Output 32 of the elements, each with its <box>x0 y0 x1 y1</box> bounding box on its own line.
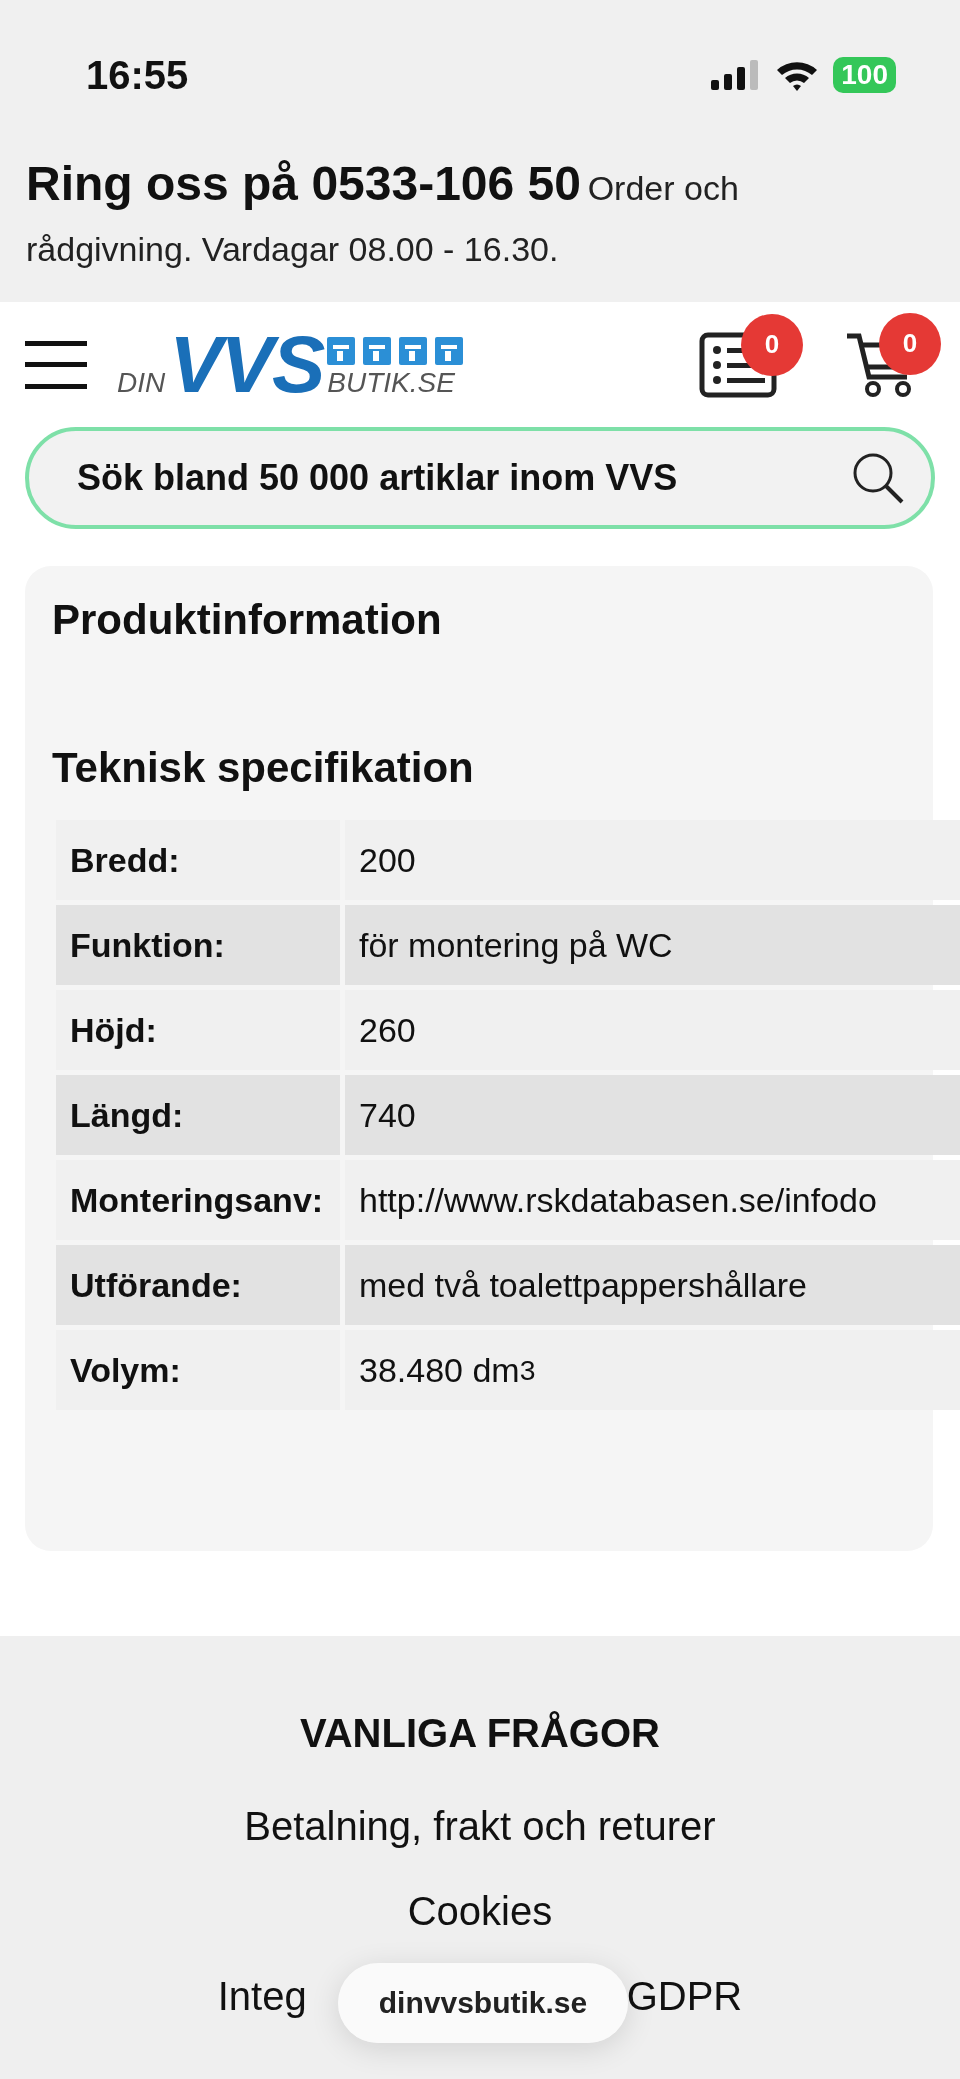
spec-label-cell: Monteringsanv: <box>56 1160 340 1240</box>
status-time: 16:55 <box>86 52 189 98</box>
footer-link[interactable]: Cookies <box>407 1889 553 1934</box>
footer-link[interactable]: GDPR <box>626 1974 743 2019</box>
opening-hours: rådgivning. Vardagar 08.00 - 16.30. <box>26 229 560 270</box>
spec-value-cell: 740 <box>345 1075 960 1155</box>
footer-link[interactable]: Betalning, frakt och returer <box>244 1804 716 1849</box>
search-icon[interactable] <box>851 451 905 505</box>
wifi-icon <box>775 59 820 91</box>
spec-label-cell: Volym: <box>56 1330 340 1410</box>
spec-value-cell: 260 <box>345 990 960 1070</box>
spec-value-cell: http://www.rskdatabasen.se/infodo <box>345 1160 960 1240</box>
spec-label-cell: Höjd: <box>56 990 340 1070</box>
spec-label-cell: Utförande: <box>56 1245 340 1325</box>
store-logo[interactable]: DIN VVSBUTIK.SE <box>117 332 464 397</box>
section-title: Produktinformation <box>52 596 443 644</box>
contact-info: Ring oss på 0533-106 50 Order och <box>26 156 740 212</box>
spec-label-cell: Längd: <box>56 1075 340 1155</box>
spec-label-cell: Bredd: <box>56 820 340 900</box>
footer-link[interactable]: Integ <box>217 1974 307 2019</box>
section-title: Teknisk specifikation <box>52 744 475 792</box>
spec-label-cell: Funktion: <box>56 905 340 985</box>
menu-icon[interactable] <box>25 339 87 390</box>
footer-heading: VANLIGA FRÅGOR <box>300 1711 660 1756</box>
list-count-badge: 0 <box>741 313 803 376</box>
search-field[interactable]: Sök bland 50 000 artiklar inom VVS <box>25 427 935 529</box>
spec-value-cell: för montering på WC <box>345 905 960 985</box>
spec-value-cell: med två toalettpappershållare <box>345 1245 960 1325</box>
cart-count-badge: 0 <box>879 312 941 375</box>
url-bar[interactable]: dinvvsbutik.se <box>338 1963 628 2043</box>
spec-value-cell: 200 <box>345 820 960 900</box>
battery-indicator: 100 <box>833 57 896 93</box>
